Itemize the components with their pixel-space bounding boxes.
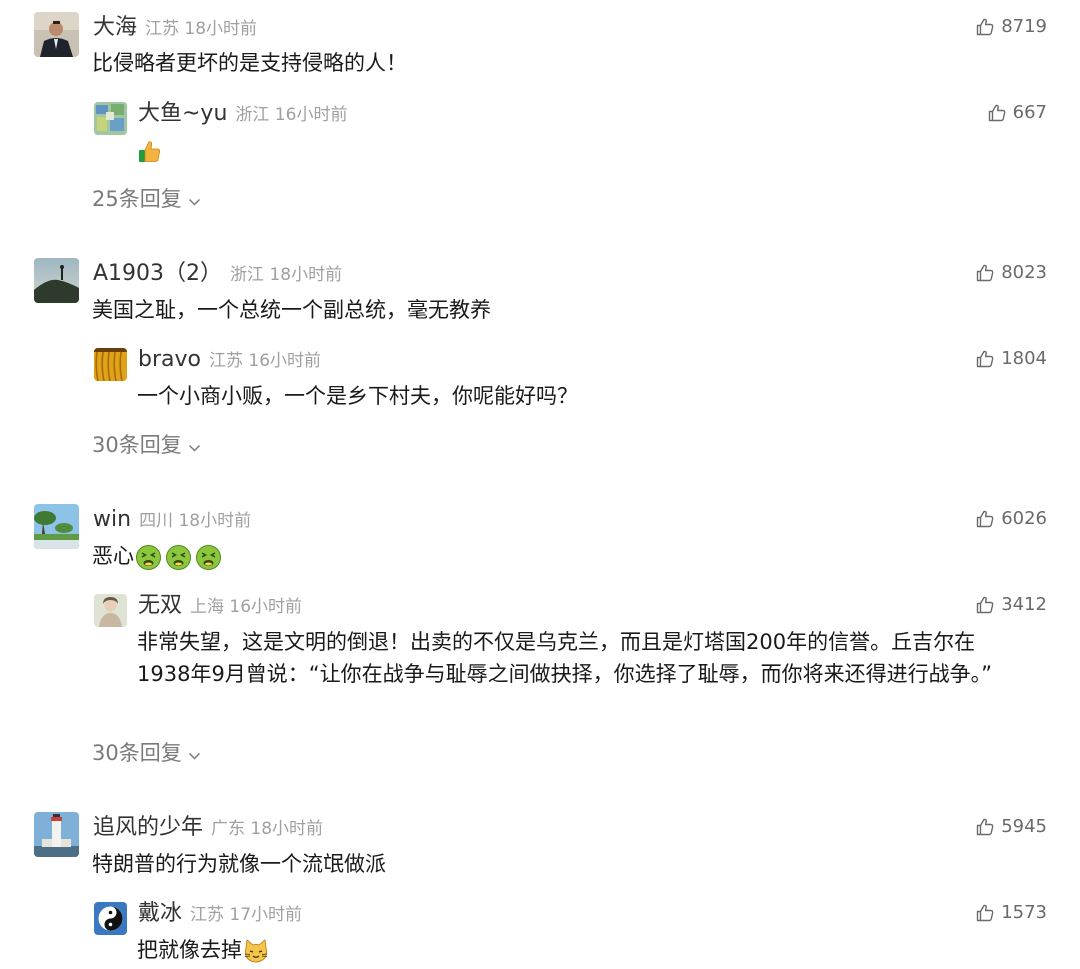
avatar[interactable]: [34, 504, 79, 549]
chevron-down-icon: [188, 189, 201, 210]
like-button[interactable]: 8023: [975, 263, 1047, 283]
comment-header: 追风的少年 广东 18小时前: [93, 817, 323, 839]
username[interactable]: 追风的少年: [93, 815, 203, 840]
emoji-group: [243, 938, 269, 964]
reply-header: 无双 上海 16小时前: [138, 595, 302, 617]
reply-text: 非常失望，这是文明的倒退！出卖的不仅是乌克兰，而且是灯塔国200年的信誉。丘吉尔…: [137, 630, 993, 686]
view-replies-button[interactable]: 25条回复: [92, 189, 201, 210]
nauseated-face-emoji: [135, 544, 162, 571]
reply-header: 戴冰 江苏 17小时前: [138, 903, 302, 925]
like-count: 6026: [1001, 508, 1047, 529]
comment-text: 比侵略者更坏的是支持侵略的人！: [92, 51, 407, 75]
comment-header: A1903（2） 浙江 18小时前: [93, 263, 342, 285]
replies-count-label: 30条回复: [92, 741, 182, 765]
thumbs-up-outline-icon: [987, 103, 1007, 123]
comment-meta: 四川 18小时前: [139, 511, 252, 531]
like-count: 1573: [1001, 902, 1047, 923]
emoji-group: [135, 544, 222, 571]
reply-header: 大鱼~yu 浙江 16小时前: [138, 103, 347, 125]
nauseated-face-emoji: [165, 544, 192, 571]
cat-face-emoji: [243, 938, 269, 964]
thumbs-up-outline-icon: [975, 595, 995, 615]
comment-text-content: 恶心: [92, 544, 134, 568]
like-count: 5945: [1001, 816, 1047, 837]
comment-text: 恶心: [92, 540, 222, 572]
username[interactable]: win: [93, 507, 131, 532]
like-count: 8719: [1001, 16, 1047, 37]
comment-header: win 四川 18小时前: [93, 509, 251, 531]
like-button[interactable]: 3412: [975, 595, 1047, 615]
username[interactable]: bravo: [138, 347, 201, 372]
thumbs-up-outline-icon: [975, 17, 995, 37]
username[interactable]: 大海: [93, 15, 137, 40]
chevron-down-icon: [188, 743, 201, 764]
comment-meta: 江苏 17小时前: [190, 905, 303, 925]
like-count: 667: [1012, 102, 1047, 123]
comment-meta: 江苏 16小时前: [208, 351, 322, 371]
comment-text: 特朗普的行为就像一个流氓做派: [92, 852, 386, 876]
like-button[interactable]: 667: [987, 103, 1047, 123]
chevron-down-icon: [188, 435, 201, 456]
like-button[interactable]: 5945: [975, 817, 1047, 837]
avatar[interactable]: [34, 812, 79, 857]
thumbs-up-outline-icon: [975, 263, 995, 283]
like-button[interactable]: 1573: [975, 903, 1047, 923]
comment-meta: 广东 18小时前: [211, 819, 324, 839]
username[interactable]: 无双: [138, 593, 182, 618]
nauseated-face-emoji: [195, 544, 222, 571]
thumbs-up-outline-icon: [975, 349, 995, 369]
like-button[interactable]: 8719: [975, 17, 1047, 37]
reply-text-content: 把就像去掉: [137, 938, 242, 962]
reply-text: 把就像去掉: [137, 934, 269, 966]
thumbs-up-emoji: [137, 139, 162, 164]
reply-header: bravo 江苏 16小时前: [138, 349, 321, 371]
comment-meta: 上海 16小时前: [190, 597, 303, 617]
thumbs-up-outline-icon: [975, 903, 995, 923]
comment-meta: 江苏 18小时前: [145, 19, 258, 39]
like-button[interactable]: 1804: [975, 349, 1047, 369]
username[interactable]: 大鱼~yu: [138, 101, 227, 126]
username[interactable]: 戴冰: [138, 901, 182, 926]
comment-header: 大海 江苏 18小时前: [93, 17, 257, 39]
comment-text: 美国之耻，一个总统一个副总统，毫无教养: [92, 298, 491, 322]
avatar[interactable]: [94, 102, 127, 135]
username[interactable]: A1903（2）: [93, 261, 222, 286]
like-count: 3412: [1001, 594, 1047, 615]
avatar[interactable]: [34, 12, 79, 57]
comment-meta: 浙江 18小时前: [230, 265, 343, 285]
avatar[interactable]: [34, 258, 79, 303]
reply-text: [137, 139, 162, 164]
like-count: 1804: [1001, 348, 1047, 369]
like-button[interactable]: 6026: [975, 509, 1047, 529]
thumbs-up-outline-icon: [975, 817, 995, 837]
comment-meta: 浙江 16小时前: [235, 105, 348, 125]
view-replies-button[interactable]: 30条回复: [92, 435, 201, 456]
reply-text: 一个小商小贩，一个是乡下村夫，你呢能好吗？: [137, 384, 578, 408]
like-count: 8023: [1001, 262, 1047, 283]
avatar[interactable]: [94, 902, 127, 935]
thumbs-up-outline-icon: [975, 509, 995, 529]
avatar[interactable]: [94, 348, 127, 381]
replies-count-label: 25条回复: [92, 187, 182, 211]
replies-count-label: 30条回复: [92, 433, 182, 457]
view-replies-button[interactable]: 30条回复: [92, 743, 201, 764]
avatar[interactable]: [94, 594, 127, 627]
